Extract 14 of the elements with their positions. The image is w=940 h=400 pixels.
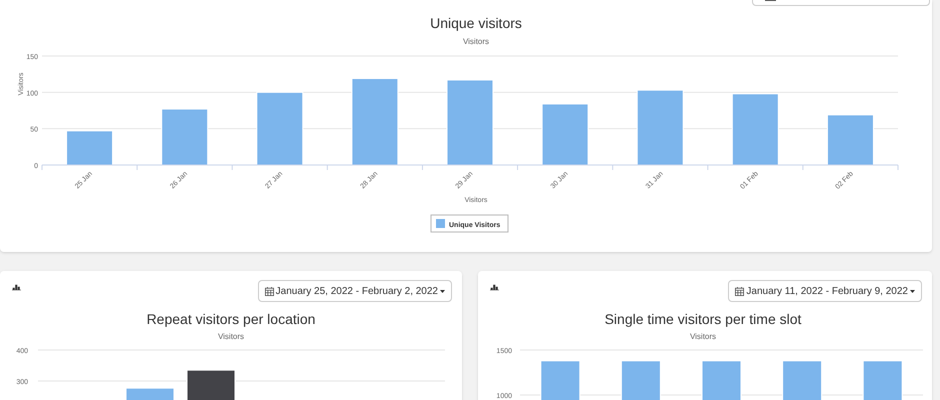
caret-icon [440, 290, 445, 292]
chart-subtitle: Visitors [462, 37, 490, 46]
date-range-button[interactable]: January 11, 2022 - February 9, 2022 [728, 280, 922, 302]
chart-title: Repeat visitors per location [146, 311, 316, 327]
chart-title: Unique visitors [430, 15, 522, 31]
chart-subtitle: Visitors [690, 332, 716, 341]
caret-icon [910, 290, 915, 292]
bar-chart-icon[interactable] [12, 283, 21, 291]
chart-subtitle: Visitors [218, 332, 244, 341]
date-range-button[interactable]: January 25, 2022 - February 2, 2022 [258, 280, 452, 302]
chart-title: Single time visitors per time slot [604, 311, 802, 327]
bar-chart-icon[interactable] [490, 283, 499, 291]
calendar-icon [264, 286, 274, 296]
calendar-icon [735, 286, 744, 296]
